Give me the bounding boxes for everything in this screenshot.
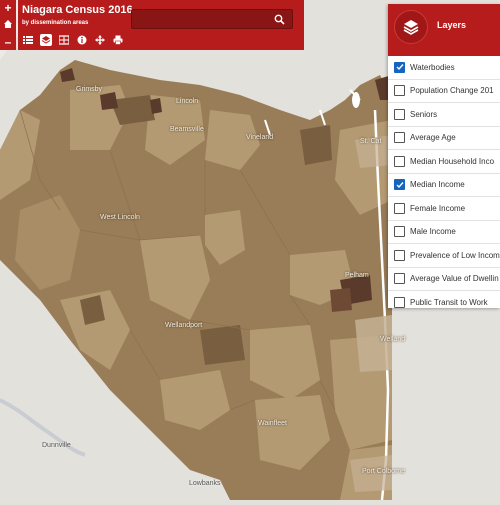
layer-label: Median Income <box>410 180 465 190</box>
layers-icon <box>403 20 419 35</box>
layers-panel-title: Layers <box>437 20 467 30</box>
toolbar <box>22 33 124 47</box>
info-button[interactable] <box>76 34 88 46</box>
place-label: West Lincoln <box>100 214 140 221</box>
layers-button[interactable] <box>40 34 52 46</box>
grid-button[interactable] <box>58 34 70 46</box>
app-title: Niagara Census 2016 <box>22 4 133 16</box>
place-label: Wainfleet <box>258 420 287 427</box>
place-label: St. Cat <box>360 138 382 145</box>
layer-row[interactable]: Prevalence of Low Incom <box>388 244 500 268</box>
layer-row[interactable]: Seniors <box>388 103 500 127</box>
layer-row[interactable]: Average Value of Dwellin <box>388 268 500 291</box>
search-box <box>131 9 293 29</box>
layer-label: Female Income <box>410 203 466 213</box>
app-subtitle: by dissemination areas <box>22 20 89 26</box>
zoom-in-button[interactable]: + <box>4 2 11 14</box>
layer-checkbox[interactable] <box>394 108 405 120</box>
layers-panel: Layers Waterbodies Population Change 201 S… <box>388 4 500 308</box>
list-icon <box>23 36 33 44</box>
layer-label: Average Value of Dwellin <box>410 274 499 284</box>
layer-checkbox[interactable] <box>394 132 405 144</box>
layer-label: Prevalence of Low Incom <box>410 250 500 260</box>
layers-icon <box>41 36 51 44</box>
check-icon <box>396 181 404 188</box>
search-icon <box>274 14 285 25</box>
layer-row[interactable]: Male Income <box>388 221 500 244</box>
layer-row[interactable]: Average Age <box>388 127 500 150</box>
layer-checkbox[interactable] <box>394 155 405 167</box>
layer-row[interactable]: Population Change 201 <box>388 80 500 103</box>
layer-checkbox[interactable] <box>394 202 405 214</box>
place-label: Lincoln <box>176 98 199 105</box>
layer-row[interactable]: Public Transit to Work <box>388 291 500 308</box>
print-icon <box>113 35 123 45</box>
layer-label: Waterbodies <box>410 62 455 72</box>
grid-icon <box>59 35 69 45</box>
check-icon <box>396 64 404 71</box>
app-header: Niagara Census 2016 by dissemination are… <box>18 0 304 50</box>
layer-row[interactable]: Waterbodies <box>388 56 500 80</box>
place-label: Welland <box>380 336 406 343</box>
move-button[interactable] <box>94 34 106 46</box>
layer-row[interactable]: Median Income <box>388 174 500 197</box>
layer-checkbox[interactable] <box>394 226 405 238</box>
place-label: Dunnville <box>42 442 71 449</box>
place-label: Port Colborne <box>362 468 406 475</box>
layer-checkbox[interactable] <box>394 179 405 191</box>
place-label: Wellandport <box>165 322 203 329</box>
layer-label: Public Transit to Work <box>410 297 488 307</box>
place-label: Pelham <box>345 272 369 279</box>
home-icon <box>4 19 12 28</box>
layer-checkbox[interactable] <box>394 296 405 308</box>
zoom-out-button[interactable]: – <box>5 36 12 48</box>
layer-list: Waterbodies Population Change 201 Seniors A… <box>388 56 500 308</box>
list-button[interactable] <box>22 34 34 46</box>
info-icon <box>77 35 87 45</box>
move-icon <box>95 35 105 45</box>
layer-checkbox[interactable] <box>394 61 405 73</box>
zoom-control: + – <box>0 0 16 50</box>
layer-label: Seniors <box>410 109 438 119</box>
layer-row[interactable]: Female Income <box>388 197 500 221</box>
layer-label: Median Household Inco <box>410 156 495 166</box>
layer-row[interactable]: Median Household Inco <box>388 150 500 174</box>
layer-label: Population Change 201 <box>410 86 494 96</box>
search-button[interactable] <box>268 11 290 27</box>
layer-label: Male Income <box>410 227 456 237</box>
home-button[interactable] <box>3 19 13 31</box>
place-label: Vineland <box>246 134 274 141</box>
place-label: Lowbanks <box>189 480 221 487</box>
layer-checkbox[interactable] <box>394 273 405 285</box>
layer-label: Average Age <box>410 133 456 143</box>
place-label: Beamsville <box>170 126 204 133</box>
layer-checkbox[interactable] <box>394 85 405 97</box>
layers-panel-header: Layers <box>388 4 500 56</box>
layers-panel-icon-button[interactable] <box>394 10 428 44</box>
layer-checkbox[interactable] <box>394 249 405 261</box>
search-input[interactable] <box>132 11 270 29</box>
place-label: Grimsby <box>76 86 103 93</box>
print-button[interactable] <box>112 34 124 46</box>
